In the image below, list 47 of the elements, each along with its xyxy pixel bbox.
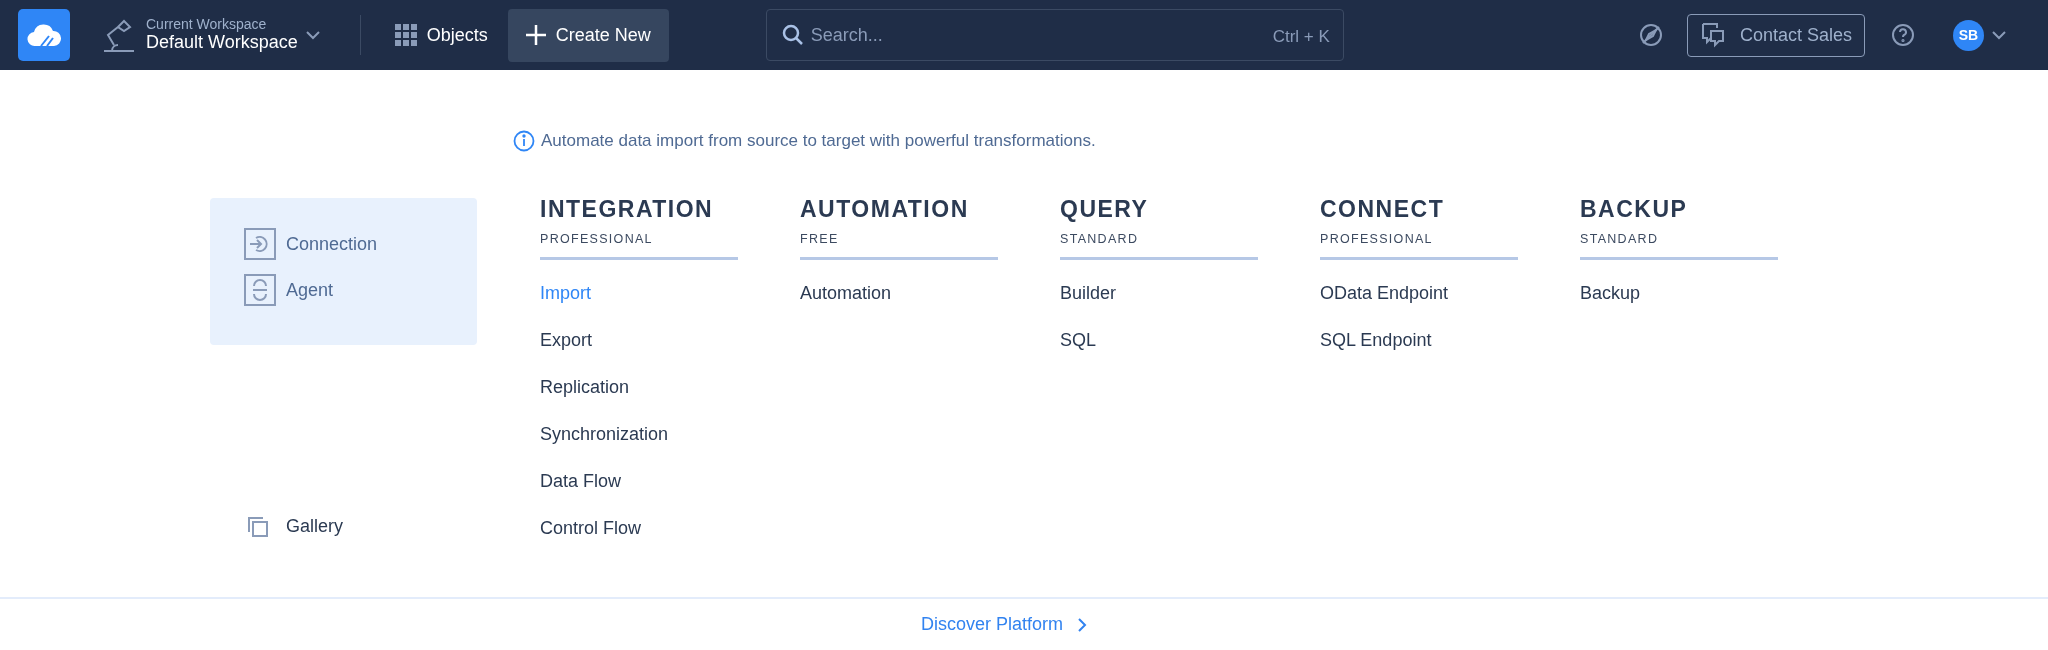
chevron-down-icon	[1992, 30, 2006, 40]
menu-link[interactable]: Import	[540, 280, 738, 308]
menu-link[interactable]: Backup	[1580, 280, 1778, 308]
create-new-button[interactable]: Create New	[507, 8, 669, 62]
agent-icon	[244, 274, 276, 306]
side-panel-item[interactable]: Agent	[244, 274, 477, 306]
menu-link[interactable]: OData Endpoint	[1320, 280, 1518, 308]
menu-link[interactable]: Control Flow	[540, 515, 738, 543]
info-text: Automate data import from source to target with powerful transformations.	[541, 130, 1096, 152]
menu-link[interactable]: Builder	[1060, 280, 1258, 308]
edition-label: FREE	[800, 230, 998, 261]
category-title: CONNECT	[1320, 196, 1446, 223]
compass-icon[interactable]	[1638, 23, 1663, 47]
search-icon	[781, 24, 804, 46]
chat-bubbles-icon	[1699, 22, 1726, 48]
workspace-selector[interactable]: Current Workspace Default Workspace	[102, 16, 320, 54]
edition-label: STANDARD	[1580, 230, 1778, 261]
plus-icon	[525, 25, 546, 45]
plug-in-icon	[244, 228, 276, 260]
menu-link[interactable]: SQL	[1060, 327, 1258, 355]
menu-link[interactable]: Data Flow	[540, 468, 738, 496]
category-title: QUERY	[1060, 196, 1150, 223]
menu-link[interactable]: Export	[540, 327, 738, 355]
edition-label: PROFESSIONAL	[540, 230, 738, 261]
menu-link[interactable]: Synchronization	[540, 421, 738, 449]
objects-button[interactable]: Objects	[382, 13, 500, 57]
discover-platform-link[interactable]: Discover Platform	[921, 611, 1087, 638]
app-logo[interactable]	[18, 9, 70, 61]
chevron-down-icon	[305, 30, 320, 40]
category-title: BACKUP	[1580, 196, 1689, 223]
help-icon[interactable]	[1891, 23, 1915, 47]
edition-label: PROFESSIONAL	[1320, 230, 1518, 261]
menu-link[interactable]: Automation	[800, 280, 998, 308]
info-icon	[513, 129, 535, 152]
gallery-link[interactable]: Gallery	[248, 513, 343, 540]
side-panel-item[interactable]: Connection	[244, 228, 477, 260]
category-title: INTEGRATION	[540, 196, 715, 223]
edition-label: STANDARD	[1060, 230, 1258, 261]
menu-link[interactable]: Replication	[540, 374, 738, 402]
chevron-right-icon	[1077, 616, 1087, 633]
menu-link[interactable]: SQL Endpoint	[1320, 327, 1518, 355]
category-title: AUTOMATION	[800, 196, 970, 223]
copy-icon	[248, 516, 268, 537]
shortcut-hint: Ctrl + K	[1272, 26, 1330, 48]
grid-icon	[394, 24, 417, 46]
contact-sales-button[interactable]: Contact Sales	[1686, 13, 1865, 57]
cloud-icon	[27, 23, 61, 47]
